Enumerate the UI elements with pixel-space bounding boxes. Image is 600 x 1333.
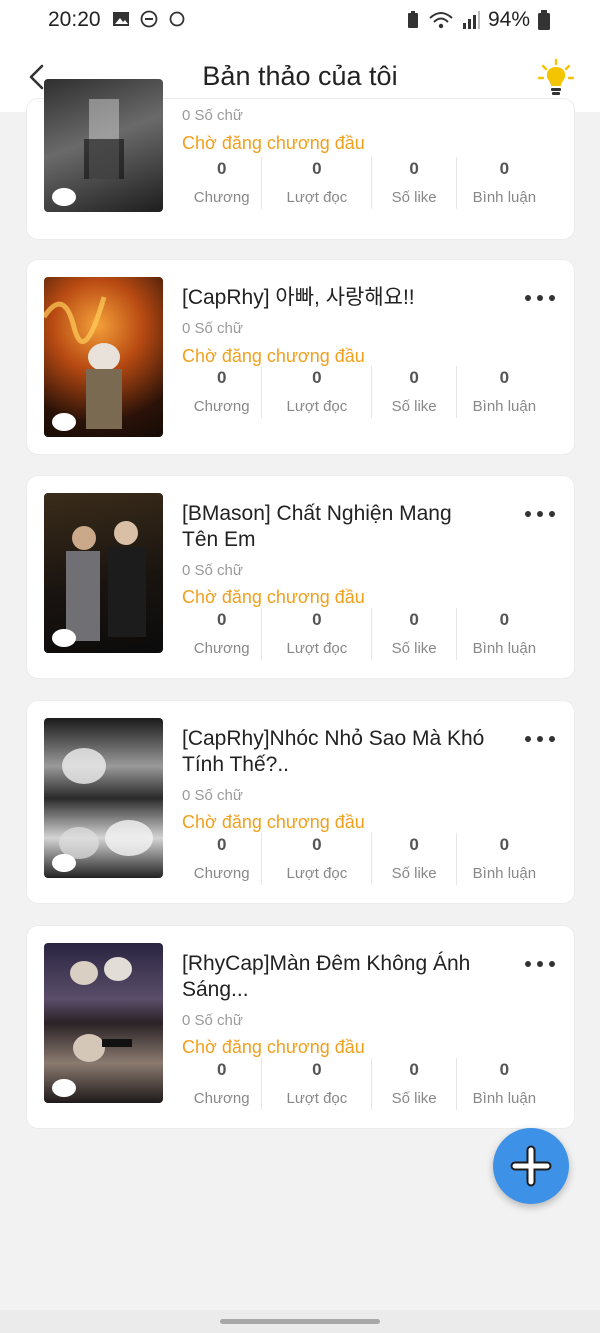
status-bar: 20:20 94% bbox=[0, 0, 600, 42]
add-draft-button[interactable] bbox=[493, 1128, 569, 1204]
like-count: 0 bbox=[409, 610, 419, 629]
wifi-icon bbox=[429, 12, 453, 29]
read-label: Lượt đọc bbox=[286, 189, 348, 206]
chapter-label: Chương bbox=[193, 189, 250, 206]
read-label: Lượt đọc bbox=[286, 640, 348, 657]
chapter-label: Chương bbox=[193, 640, 250, 657]
draft-card[interactable]: 0 Số chữ Chờ đăng chương đầu 0 Chương 0 Lư… bbox=[26, 79, 575, 240]
like-label: Số like bbox=[391, 398, 437, 415]
more-options-button[interactable] bbox=[525, 959, 555, 969]
system-icons: 94% bbox=[406, 8, 550, 32]
cover-image bbox=[44, 79, 163, 212]
comment-label: Bình luận bbox=[472, 1090, 537, 1107]
lightbulb-icon[interactable] bbox=[538, 58, 574, 98]
chapter-count: 0 bbox=[216, 1060, 227, 1079]
system-nav-bar bbox=[0, 1310, 600, 1333]
draft-stats: 0 Chương 0 Lượt đọc 0 Số like 0 Bình luận bbox=[182, 833, 552, 885]
more-options-button[interactable] bbox=[525, 734, 555, 744]
read-count: 0 bbox=[312, 159, 322, 178]
draft-stats: 0 Chương 0 Lượt đọc 0 Số like 0 Bình luận bbox=[182, 366, 552, 418]
draft-card[interactable]: [CapRhy] 아빠, 사랑해요!! 0 Số chữ Chờ đăng ch… bbox=[26, 259, 575, 455]
cover-image bbox=[44, 943, 163, 1103]
word-count: 0 Số chữ bbox=[182, 562, 243, 579]
draft-status: Chờ đăng chương đầu bbox=[182, 346, 365, 366]
like-label: Số like bbox=[391, 189, 437, 206]
read-count: 0 bbox=[312, 835, 322, 854]
dnd-icon bbox=[140, 10, 158, 28]
comment-icon bbox=[52, 1079, 76, 1097]
draft-title[interactable]: [CapRhy] 아빠, 사랑해요!! bbox=[182, 285, 492, 311]
comment-count: 0 bbox=[499, 1060, 510, 1079]
read-count: 0 bbox=[312, 610, 322, 629]
draft-status: Chờ đăng chương đầu bbox=[182, 133, 365, 153]
word-count: 0 Số chữ bbox=[182, 1012, 243, 1029]
read-count: 0 bbox=[312, 1060, 322, 1079]
more-options-button[interactable] bbox=[525, 293, 555, 303]
read-count: 0 bbox=[312, 368, 322, 387]
draft-title[interactable]: [BMason] Chất Nghiện Mang Tên Em bbox=[182, 501, 492, 553]
cover-image bbox=[44, 718, 163, 878]
chapter-label: Chương bbox=[193, 1090, 250, 1107]
read-label: Lượt đọc bbox=[286, 1090, 348, 1107]
comment-label: Bình luận bbox=[472, 640, 537, 657]
like-count: 0 bbox=[409, 159, 419, 178]
comment-count: 0 bbox=[499, 159, 510, 178]
like-count: 0 bbox=[409, 1060, 419, 1079]
chapter-label: Chương bbox=[193, 865, 250, 882]
like-label: Số like bbox=[391, 1090, 437, 1107]
battery-saver-icon bbox=[407, 11, 418, 28]
draft-status: Chờ đăng chương đầu bbox=[182, 587, 365, 607]
battery-percent: 94% bbox=[487, 8, 530, 31]
like-label: Số like bbox=[391, 865, 437, 882]
gallery-icon bbox=[113, 12, 129, 26]
chapter-label: Chương bbox=[193, 398, 250, 415]
comment-icon bbox=[52, 188, 76, 206]
draft-title[interactable]: [RhyCap]Màn Đêm Không Ánh Sáng... bbox=[182, 951, 492, 1003]
comment-icon bbox=[52, 629, 76, 647]
draft-card[interactable]: [CapRhy]Nhóc Nhỏ Sao Mà Khó Tính Thế?.. … bbox=[26, 700, 575, 904]
cover-image bbox=[44, 277, 163, 437]
comment-count: 0 bbox=[499, 368, 510, 387]
chapter-count: 0 bbox=[216, 368, 227, 387]
notification-icons bbox=[112, 10, 186, 28]
read-label: Lượt đọc bbox=[286, 398, 348, 415]
read-label: Lượt đọc bbox=[286, 865, 348, 882]
plus-icon bbox=[510, 1145, 552, 1187]
signal-icon bbox=[462, 11, 480, 29]
draft-status: Chờ đăng chương đầu bbox=[182, 1037, 365, 1057]
comment-icon bbox=[52, 413, 76, 431]
draft-card[interactable]: [RhyCap]Màn Đêm Không Ánh Sáng... 0 Số c… bbox=[26, 925, 575, 1129]
comment-count: 0 bbox=[499, 835, 510, 854]
battery-icon bbox=[538, 10, 550, 30]
draft-title[interactable]: [CapRhy]Nhóc Nhỏ Sao Mà Khó Tính Thế?.. bbox=[182, 726, 492, 778]
like-label: Số like bbox=[391, 640, 437, 657]
draft-stats: 0 Chương 0 Lượt đọc 0 Số like 0 Bình luận bbox=[182, 1058, 552, 1110]
draft-status: Chờ đăng chương đầu bbox=[182, 812, 365, 832]
comment-label: Bình luận bbox=[472, 398, 537, 415]
home-indicator[interactable] bbox=[220, 1319, 380, 1324]
circle-icon bbox=[169, 11, 185, 27]
cover-image bbox=[44, 493, 163, 653]
comment-label: Bình luận bbox=[472, 865, 537, 882]
word-count: 0 Số chữ bbox=[182, 320, 243, 337]
draft-stats: 0 Chương 0 Lượt đọc 0 Số like 0 Bình luận bbox=[182, 608, 552, 660]
status-time: 20:20 bbox=[48, 8, 101, 31]
word-count: 0 Số chữ bbox=[182, 107, 243, 124]
comment-icon bbox=[52, 854, 76, 872]
more-options-button[interactable] bbox=[525, 509, 555, 519]
chapter-count: 0 bbox=[216, 835, 227, 854]
chapter-count: 0 bbox=[216, 159, 227, 178]
draft-card[interactable]: [BMason] Chất Nghiện Mang Tên Em 0 Số ch… bbox=[26, 475, 575, 679]
chapter-count: 0 bbox=[216, 610, 227, 629]
like-count: 0 bbox=[409, 368, 419, 387]
word-count: 0 Số chữ bbox=[182, 787, 243, 804]
comment-count: 0 bbox=[499, 610, 510, 629]
draft-stats: 0 Chương 0 Lượt đọc 0 Số like 0 Bình luận bbox=[182, 157, 552, 209]
like-count: 0 bbox=[409, 835, 419, 854]
comment-label: Bình luận bbox=[472, 189, 537, 206]
